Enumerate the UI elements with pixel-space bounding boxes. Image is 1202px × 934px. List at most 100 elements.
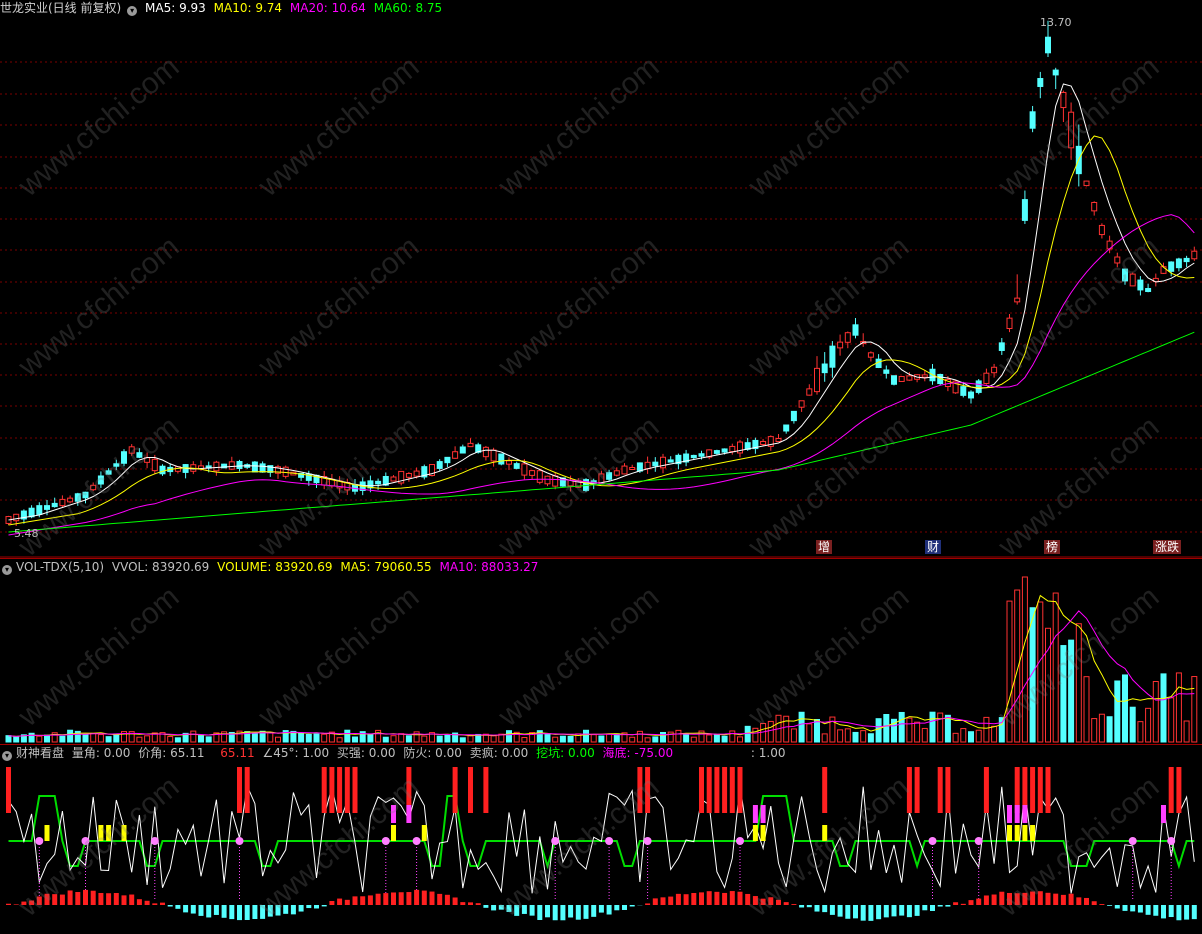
histogram-bar <box>214 905 219 915</box>
histogram-bar <box>853 905 858 918</box>
histogram-bar <box>915 905 920 916</box>
volume-bar <box>199 736 204 742</box>
histogram-bar <box>976 899 981 905</box>
histogram-bar <box>645 903 650 905</box>
marker-zhangdie[interactable]: 涨跌 <box>1153 540 1181 554</box>
histogram-bar <box>1092 901 1097 905</box>
candle <box>391 477 396 481</box>
signal-bar <box>645 767 650 813</box>
volume-bar <box>645 738 650 742</box>
marker-bang[interactable]: 榜 <box>1044 540 1060 554</box>
histogram-bar <box>229 905 234 919</box>
settings-circle-icon[interactable]: ▾ <box>127 6 137 16</box>
histogram-bar <box>999 892 1004 905</box>
histogram-bar <box>876 905 881 919</box>
histogram-bar <box>283 905 288 914</box>
haidi-label: 海底: -75.00 <box>603 746 674 760</box>
candle <box>807 389 812 395</box>
indicator-panel[interactable]: ▾财神看盘 量角: 0.00 价角: 65.11 65.11 ∠45°: 1.0… <box>0 744 1202 934</box>
marker-cai[interactable]: 财 <box>925 540 941 554</box>
histogram-bar <box>399 892 404 905</box>
candle <box>1130 274 1135 286</box>
volume-bar <box>907 718 912 742</box>
histogram-bar <box>383 893 388 905</box>
signal-bar <box>730 767 735 813</box>
histogram-bar <box>899 905 904 916</box>
jiajiao-label: 价角: 65.11 <box>138 746 204 760</box>
liangjiao-label: 量角: 0.00 <box>72 746 131 760</box>
candle <box>1184 258 1189 261</box>
signal-bar <box>245 767 250 813</box>
candle <box>453 452 458 459</box>
candle <box>845 333 850 343</box>
signal-bar <box>907 767 912 813</box>
volume-bar <box>1007 601 1012 742</box>
histogram-bar <box>91 891 96 905</box>
ma60-line <box>9 332 1195 532</box>
yellow-marker <box>1022 825 1027 841</box>
volume-bar <box>114 734 119 742</box>
volume-bar <box>560 736 565 742</box>
volume-bar <box>661 732 666 742</box>
candle <box>45 506 50 510</box>
histogram-bar <box>838 905 843 917</box>
volume-bar <box>630 737 635 742</box>
histogram-bar <box>1099 904 1104 905</box>
magenta-marker <box>1022 805 1027 823</box>
volume-bar <box>876 719 881 742</box>
signal-dot <box>82 837 90 845</box>
ma5-label: MA5: 9.93 <box>145 1 206 15</box>
histogram-bar <box>206 905 211 917</box>
volume-bar <box>1076 624 1081 742</box>
volume-bar <box>899 712 904 742</box>
volume-bar <box>168 737 173 742</box>
signal-bar <box>1038 767 1043 813</box>
volume-bar <box>684 735 689 742</box>
stock-title: 世龙实业(日线 前复权) <box>0 1 121 15</box>
volume-bar <box>953 733 958 742</box>
histogram-bar <box>799 905 804 907</box>
volume-bar <box>376 730 381 742</box>
histogram-bar <box>476 903 481 905</box>
price-chart-panel[interactable]: 世龙实业(日线 前复权)▾ MA5: 9.93 MA10: 9.74 MA20:… <box>0 0 1202 558</box>
signal-dot <box>382 837 390 845</box>
volume-bar <box>768 721 773 742</box>
histogram-bar <box>522 905 527 914</box>
volume-panel[interactable]: ▾VOL-TDX(5,10) VVOL: 83920.69 VOLUME: 83… <box>0 558 1202 745</box>
candle <box>1061 92 1066 107</box>
histogram-bar <box>430 892 435 905</box>
volume-bar <box>745 726 750 742</box>
candle <box>884 370 889 373</box>
ma20-label: MA20: 10.64 <box>290 1 366 15</box>
histogram-bar <box>699 892 704 905</box>
histogram-bar <box>1030 892 1035 905</box>
candle <box>491 450 496 461</box>
candle <box>52 503 57 506</box>
histogram-bar <box>753 896 758 905</box>
histogram-bar <box>830 905 835 915</box>
volume-bar <box>599 736 604 742</box>
maifeng-label: 卖疯: 0.00 <box>470 746 529 760</box>
marker-zeng[interactable]: 增 <box>816 540 832 554</box>
volume-bar <box>676 730 681 742</box>
candle <box>1138 280 1143 290</box>
candle <box>645 462 650 468</box>
signal-bar <box>237 767 242 813</box>
candle <box>630 467 635 469</box>
histogram-bar <box>106 893 111 905</box>
volume-bar <box>1169 698 1174 742</box>
histogram-bar <box>268 905 273 917</box>
indicator-settings-icon[interactable]: ▾ <box>2 751 12 761</box>
volume-bar <box>37 736 42 742</box>
histogram-bar <box>360 896 365 905</box>
histogram-bar <box>21 902 26 905</box>
volume-settings-icon[interactable]: ▾ <box>2 565 12 575</box>
histogram-bar <box>545 905 550 917</box>
candle <box>722 449 727 452</box>
volume-bar <box>368 734 373 742</box>
candle <box>14 514 19 520</box>
volume-bar <box>1022 577 1027 742</box>
histogram-bar <box>761 899 766 905</box>
signal-dot <box>1129 837 1137 845</box>
histogram-bar <box>861 905 866 921</box>
